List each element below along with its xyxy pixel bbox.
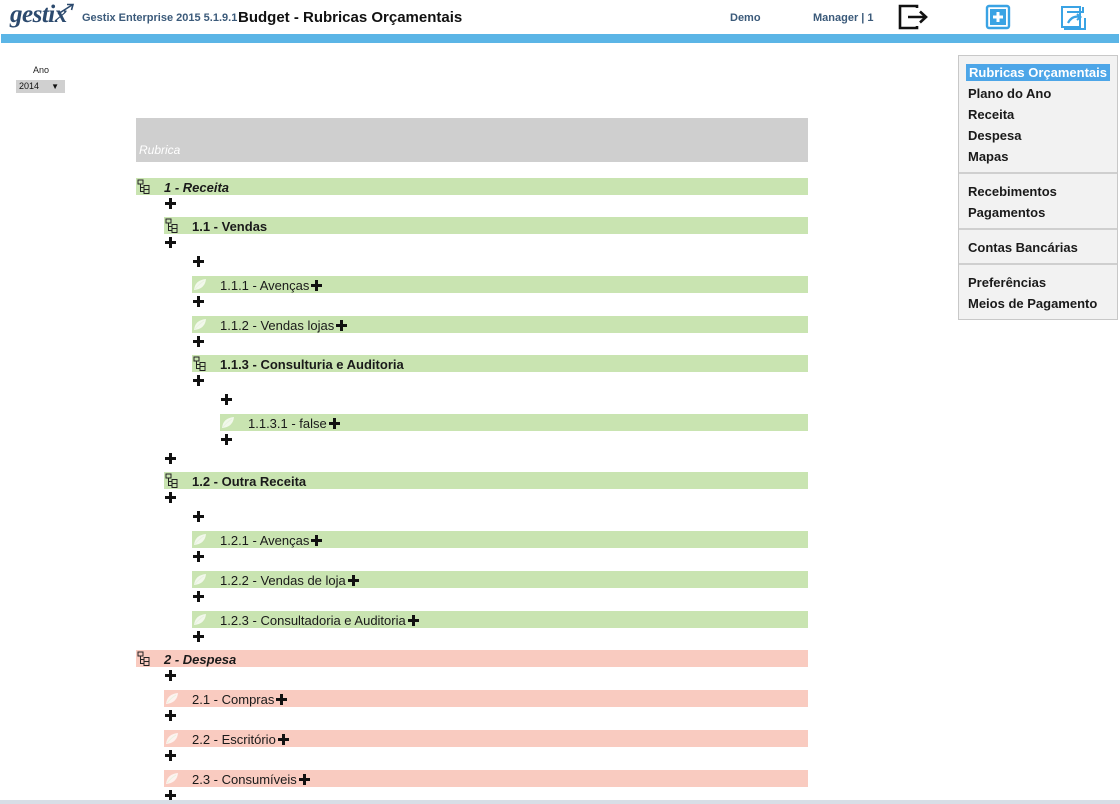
add-child-icon[interactable] bbox=[311, 535, 323, 546]
add-item-icon[interactable] bbox=[221, 394, 232, 405]
menu-item-despesa[interactable]: Despesa bbox=[968, 127, 1021, 144]
tree-row-label: 1.2.1 - Avenças bbox=[220, 532, 323, 549]
add-item-icon[interactable] bbox=[165, 710, 176, 721]
tree-row-label: 2.1 - Compras bbox=[192, 691, 288, 708]
add-icon[interactable] bbox=[984, 3, 1016, 31]
add-child-icon[interactable] bbox=[328, 418, 340, 429]
menu-item-plano-do-ano[interactable]: Plano do Ano bbox=[968, 85, 1051, 102]
menu-item-contas-bancarias[interactable]: Contas Bancárias bbox=[968, 239, 1078, 256]
tree-row[interactable]: 1.2.1 - Avenças bbox=[192, 531, 808, 548]
add-item-icon[interactable] bbox=[165, 237, 176, 248]
tree-row[interactable]: 2 - Despesa bbox=[136, 650, 808, 667]
tree-row-label: 1.1 - Vendas bbox=[192, 219, 268, 234]
tree-row-label: 1.1.3.1 - false bbox=[248, 415, 340, 432]
add-child-icon[interactable] bbox=[311, 280, 323, 291]
add-item-icon[interactable] bbox=[221, 434, 232, 445]
add-item-icon[interactable] bbox=[193, 296, 204, 307]
tree-row-label: 2.2 - Escritório bbox=[192, 731, 289, 748]
leaf-icon bbox=[221, 415, 235, 430]
add-item-icon[interactable] bbox=[193, 631, 204, 642]
add-item-icon[interactable] bbox=[193, 551, 204, 562]
app-version: Gestix Enterprise 2015 5.1.9.1 bbox=[82, 12, 238, 24]
app-header: gestix Gestix Enterprise 2015 5.1.9.1 Bu… bbox=[0, 0, 1120, 34]
leaf-icon bbox=[193, 612, 207, 627]
add-item-icon[interactable] bbox=[193, 256, 204, 267]
tree-row[interactable]: 1.2 - Outra Receita bbox=[164, 472, 808, 489]
tree-branch-icon[interactable] bbox=[165, 473, 179, 488]
tree-branch-icon[interactable] bbox=[137, 179, 151, 194]
tree-row-label: 1.1.2 - Vendas lojas bbox=[220, 317, 348, 334]
year-value: 2014 bbox=[19, 81, 40, 91]
add-item-icon[interactable] bbox=[165, 453, 176, 464]
add-child-icon[interactable] bbox=[277, 734, 289, 745]
tree-row-label: 1.2.2 - Vendas de loja bbox=[220, 572, 359, 589]
column-header-rubrica: Rubrica bbox=[139, 143, 181, 157]
page-title: Budget - Rubricas Orçamentais bbox=[238, 9, 463, 26]
tree-row[interactable]: 2.1 - Compras bbox=[164, 690, 808, 707]
menu-divider bbox=[959, 263, 1117, 265]
tree-row[interactable]: 1.2.2 - Vendas de loja bbox=[192, 571, 808, 588]
menu-divider bbox=[959, 172, 1117, 174]
add-item-icon[interactable] bbox=[165, 198, 176, 209]
tree-row-label: 1 - Receita bbox=[164, 180, 230, 195]
tree-row[interactable]: 1.1.2 - Vendas lojas bbox=[192, 316, 808, 333]
leaf-icon bbox=[165, 691, 179, 706]
tree-row[interactable]: 1.1.1 - Avenças bbox=[192, 276, 808, 293]
tree-branch-icon[interactable] bbox=[165, 218, 179, 233]
tree-row[interactable]: 1.1.3 - Consulturia e Auditoria bbox=[192, 355, 808, 372]
add-item-icon[interactable] bbox=[193, 591, 204, 602]
leaf-icon bbox=[193, 317, 207, 332]
tree-row-label: 1.1.3 - Consulturia e Auditoria bbox=[220, 357, 404, 372]
leaf-icon bbox=[165, 771, 179, 786]
tree-row-label: 1.2.3 - Consultadoria e Auditoria bbox=[220, 612, 419, 629]
leaf-icon bbox=[193, 277, 207, 292]
tree-row-label: 1.2 - Outra Receita bbox=[192, 474, 307, 489]
tree-row[interactable]: 2.2 - Escritório bbox=[164, 730, 808, 747]
tree-row[interactable]: 1.1 - Vendas bbox=[164, 217, 808, 234]
leaf-icon bbox=[193, 572, 207, 587]
tree-row[interactable]: 1.1.3.1 - false bbox=[220, 414, 808, 431]
tree-row[interactable]: 2.3 - Consumíveis bbox=[164, 770, 808, 787]
dropdown-arrow-icon: ▼ bbox=[51, 82, 59, 91]
menu-item-preferencias[interactable]: Preferências bbox=[968, 274, 1046, 291]
add-item-icon[interactable] bbox=[165, 750, 176, 761]
menu-divider bbox=[959, 228, 1117, 230]
user-link[interactable]: Manager | 1 bbox=[813, 12, 874, 24]
add-child-icon[interactable] bbox=[336, 320, 348, 331]
add-child-icon[interactable] bbox=[298, 774, 310, 785]
add-child-icon[interactable] bbox=[407, 615, 419, 626]
leaf-icon bbox=[193, 532, 207, 547]
leaf-icon bbox=[165, 731, 179, 746]
tree-column-header: Rubrica bbox=[136, 118, 808, 162]
add-child-icon[interactable] bbox=[347, 575, 359, 586]
menu-item-pagamentos[interactable]: Pagamentos bbox=[968, 204, 1045, 221]
logo-arrow-icon bbox=[57, 3, 75, 15]
add-item-icon[interactable] bbox=[193, 336, 204, 347]
menu-item-recebimentos[interactable]: Recebimentos bbox=[968, 183, 1057, 200]
add-item-icon[interactable] bbox=[165, 670, 176, 681]
tree-row[interactable]: 1 - Receita bbox=[136, 178, 808, 195]
company-link[interactable]: Demo bbox=[730, 12, 761, 24]
menu-item-receita[interactable]: Receita bbox=[968, 106, 1014, 123]
tree-row-label: 2 - Despesa bbox=[164, 652, 237, 667]
refresh-icon[interactable] bbox=[1058, 3, 1090, 31]
tree-row-label: 2.3 - Consumíveis bbox=[192, 771, 310, 788]
tree-row-label: 1.1.1 - Avenças bbox=[220, 277, 323, 294]
page-bottom-border bbox=[0, 800, 1120, 804]
add-item-icon[interactable] bbox=[165, 492, 176, 503]
add-child-icon[interactable] bbox=[276, 694, 288, 705]
header-accent-bar bbox=[1, 34, 1119, 43]
tree-branch-icon[interactable] bbox=[193, 356, 207, 371]
menu-item-meios-de-pagamento[interactable]: Meios de Pagamento bbox=[968, 295, 1097, 312]
menu-item-mapas[interactable]: Mapas bbox=[968, 148, 1008, 165]
logout-icon[interactable] bbox=[897, 3, 929, 31]
add-item-icon[interactable] bbox=[193, 511, 204, 522]
menu-item-rubricas[interactable]: Rubricas Orçamentais bbox=[966, 64, 1111, 81]
side-menu: Rubricas Orçamentais Plano do Ano Receit… bbox=[958, 55, 1118, 320]
add-item-icon[interactable] bbox=[193, 375, 204, 386]
tree-row[interactable]: 1.2.3 - Consultadoria e Auditoria bbox=[192, 611, 808, 628]
tree-branch-icon[interactable] bbox=[137, 651, 151, 666]
year-select[interactable]: 2014 ▼ bbox=[16, 80, 65, 93]
year-label: Ano bbox=[33, 65, 50, 75]
